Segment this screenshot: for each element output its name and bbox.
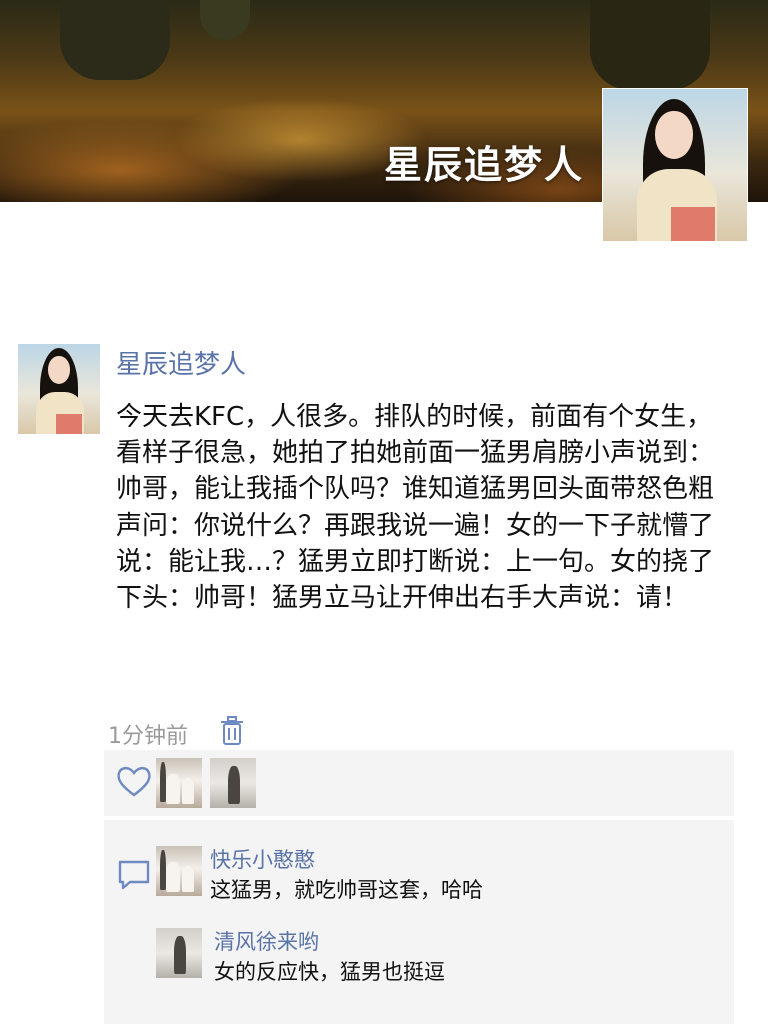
tree-trunk — [60, 0, 170, 80]
cover-username: 星辰追梦人 — [384, 143, 585, 187]
post-author-name[interactable]: 星辰追梦人 — [116, 344, 246, 381]
profile-avatar[interactable] — [602, 88, 748, 242]
trash-icon[interactable] — [219, 716, 245, 746]
tree-trunk — [200, 0, 250, 40]
comment-author[interactable]: 清风徐来哟 — [214, 926, 319, 956]
comment-author[interactable]: 快乐小憨憨 — [210, 844, 315, 874]
commenter-avatar[interactable] — [156, 928, 202, 978]
liker-avatar[interactable] — [156, 758, 202, 808]
post-author-avatar[interactable] — [18, 344, 100, 434]
comments-panel: 快乐小憨憨 这猛男，就吃帅哥这套，哈哈 清风徐来哟 女的反应快，猛男也挺逗 — [104, 820, 734, 1024]
heart-icon[interactable] — [114, 762, 154, 802]
comment-icon[interactable] — [114, 854, 154, 894]
post-text: 今天去KFC，人很多。排队的时候，前面有个女生，看样子很急，她拍了拍她前面一猛男… — [116, 402, 715, 614]
post-timestamp: 1分钟前 — [108, 724, 188, 749]
comment-text: 女的反应快，猛男也挺逗 — [214, 960, 445, 984]
likes-panel — [104, 750, 734, 816]
tree-trunk — [590, 0, 710, 90]
commenter-avatar[interactable] — [156, 846, 202, 896]
comment-text: 这猛男，就吃帅哥这套，哈哈 — [210, 878, 483, 902]
liker-avatar[interactable] — [210, 758, 256, 808]
